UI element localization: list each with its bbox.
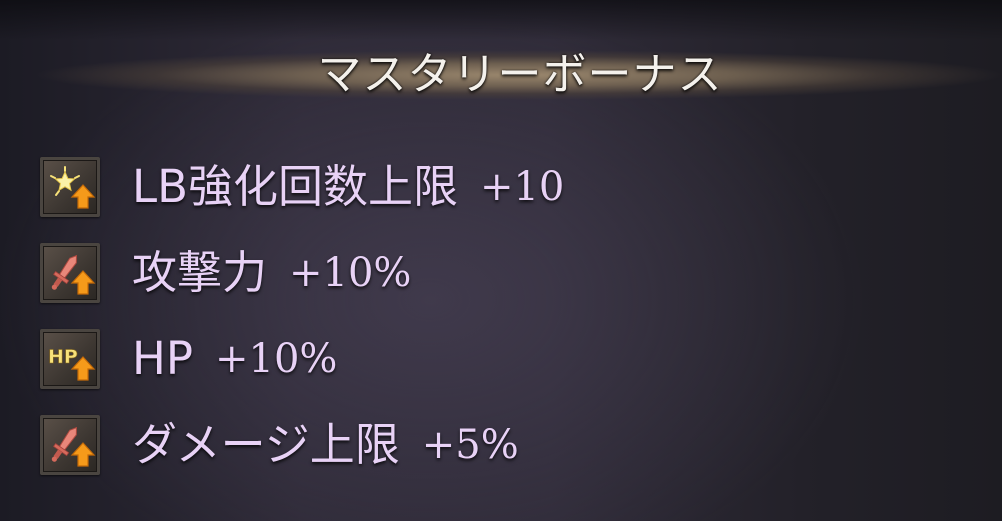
bonus-value: +5% [421, 422, 519, 469]
hp-up-icon: HP [40, 329, 100, 390]
sword-attack-up-icon [40, 242, 100, 303]
svg-text:HP: HP [48, 346, 78, 368]
bonus-value: +10% [289, 249, 412, 296]
bonus-row-hp: HP HP +10% [40, 328, 840, 391]
bonus-row-limit-break: LB強化回数上限 +10 [40, 155, 840, 218]
bonus-label: LB強化回数上限 [132, 159, 458, 213]
mastery-bonus-list: LB強化回数上限 +10 攻撃力 +10% HP HP +10% ダメージ上限 … [40, 155, 840, 500]
top-shadow [0, 0, 1002, 40]
bonus-label: HP [132, 332, 193, 386]
sword-damage-cap-up-icon [40, 415, 100, 476]
bonus-value: +10% [214, 336, 338, 383]
limit-break-star-icon [40, 156, 100, 217]
bonus-row-damage-cap: ダメージ上限 +5% [40, 414, 840, 477]
panel-title: マスタリーボーナス [317, 49, 723, 100]
bonus-value: +10 [479, 163, 565, 210]
bonus-row-attack: 攻撃力 +10% [40, 241, 840, 304]
bonus-label: 攻撃力 [132, 245, 268, 299]
bonus-label: ダメージ上限 [132, 418, 400, 472]
